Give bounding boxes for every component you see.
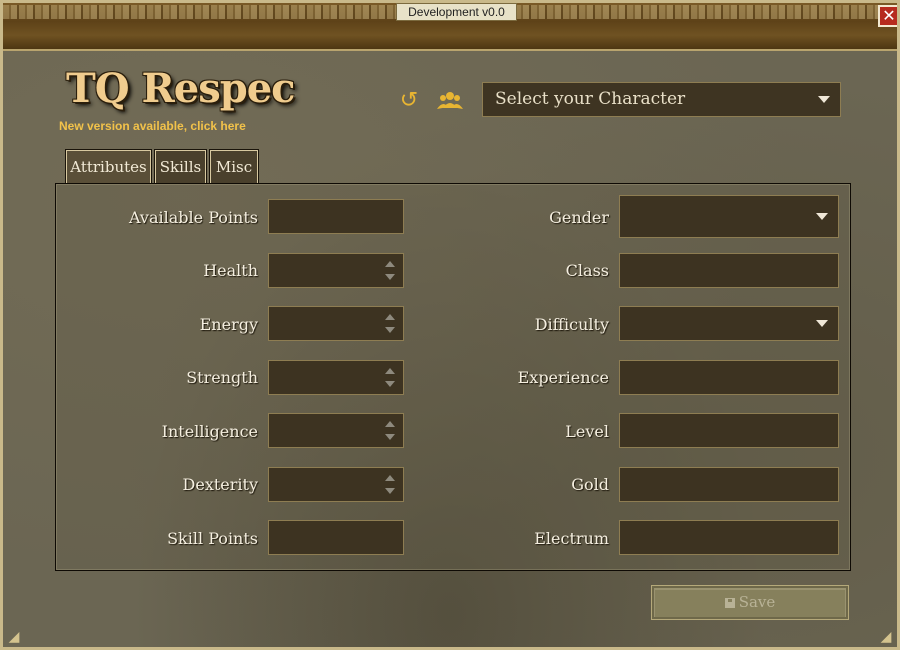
available-points-field[interactable] [268, 199, 404, 234]
energy-label: Energy [199, 315, 258, 334]
spin-arrows-icon[interactable] [385, 257, 395, 283]
available-points-label: Available Points [129, 208, 258, 227]
character-select-value: Select your Character [495, 89, 686, 109]
refresh-icon[interactable]: ↺ [396, 88, 422, 114]
title-bar[interactable]: Development v0.0 ✕ [3, 3, 897, 51]
dexterity-label: Dexterity [182, 475, 258, 494]
experience-field[interactable] [619, 360, 839, 395]
save-button[interactable]: Save [651, 585, 849, 620]
skill-points-field[interactable] [268, 520, 404, 555]
app-window: Development v0.0 ✕ TQ Respec New version… [0, 0, 900, 650]
users-icon[interactable] [437, 88, 463, 114]
tab-skills[interactable]: Skills [154, 149, 207, 184]
gold-label: Gold [571, 475, 609, 494]
strength-label: Strength [186, 368, 258, 387]
tab-misc[interactable]: Misc [209, 149, 259, 184]
chevron-down-icon [816, 213, 828, 220]
spin-arrows-icon[interactable] [385, 310, 395, 336]
level-field[interactable] [619, 413, 839, 448]
difficulty-select[interactable] [619, 306, 839, 341]
character-select[interactable]: Select your Character [482, 82, 841, 117]
app-logo: TQ Respec [66, 65, 296, 112]
chevron-down-icon [818, 96, 830, 103]
class-label: Class [565, 261, 609, 280]
experience-label: Experience [517, 368, 609, 387]
level-label: Level [565, 422, 609, 441]
save-icon [724, 598, 735, 608]
strength-stepper[interactable] [268, 360, 404, 395]
tab-attributes[interactable]: Attributes [65, 149, 152, 184]
update-link[interactable]: New version available, click here [59, 119, 246, 133]
intelligence-label: Intelligence [161, 422, 258, 441]
health-stepper[interactable] [268, 253, 404, 288]
skill-points-label: Skill Points [167, 529, 258, 548]
health-label: Health [203, 261, 258, 280]
corner-ornament-icon: ◢ [8, 629, 20, 645]
corner-ornament-icon: ◢ [880, 629, 892, 645]
gender-label: Gender [549, 208, 609, 227]
spin-arrows-icon[interactable] [385, 471, 395, 497]
energy-stepper[interactable] [268, 306, 404, 341]
electrum-label: Electrum [534, 529, 609, 548]
save-button-label: Save [738, 593, 776, 611]
intelligence-stepper[interactable] [268, 413, 404, 448]
close-button[interactable]: ✕ [878, 5, 897, 27]
class-field[interactable] [619, 253, 839, 288]
gender-select[interactable] [619, 195, 839, 238]
chevron-down-icon [816, 320, 828, 327]
difficulty-label: Difficulty [534, 315, 609, 334]
window-title: Development v0.0 [396, 3, 517, 21]
spin-arrows-icon[interactable] [385, 364, 395, 390]
dexterity-stepper[interactable] [268, 467, 404, 502]
electrum-field[interactable] [619, 520, 839, 555]
spin-arrows-icon[interactable] [385, 417, 395, 443]
gold-field[interactable] [619, 467, 839, 502]
